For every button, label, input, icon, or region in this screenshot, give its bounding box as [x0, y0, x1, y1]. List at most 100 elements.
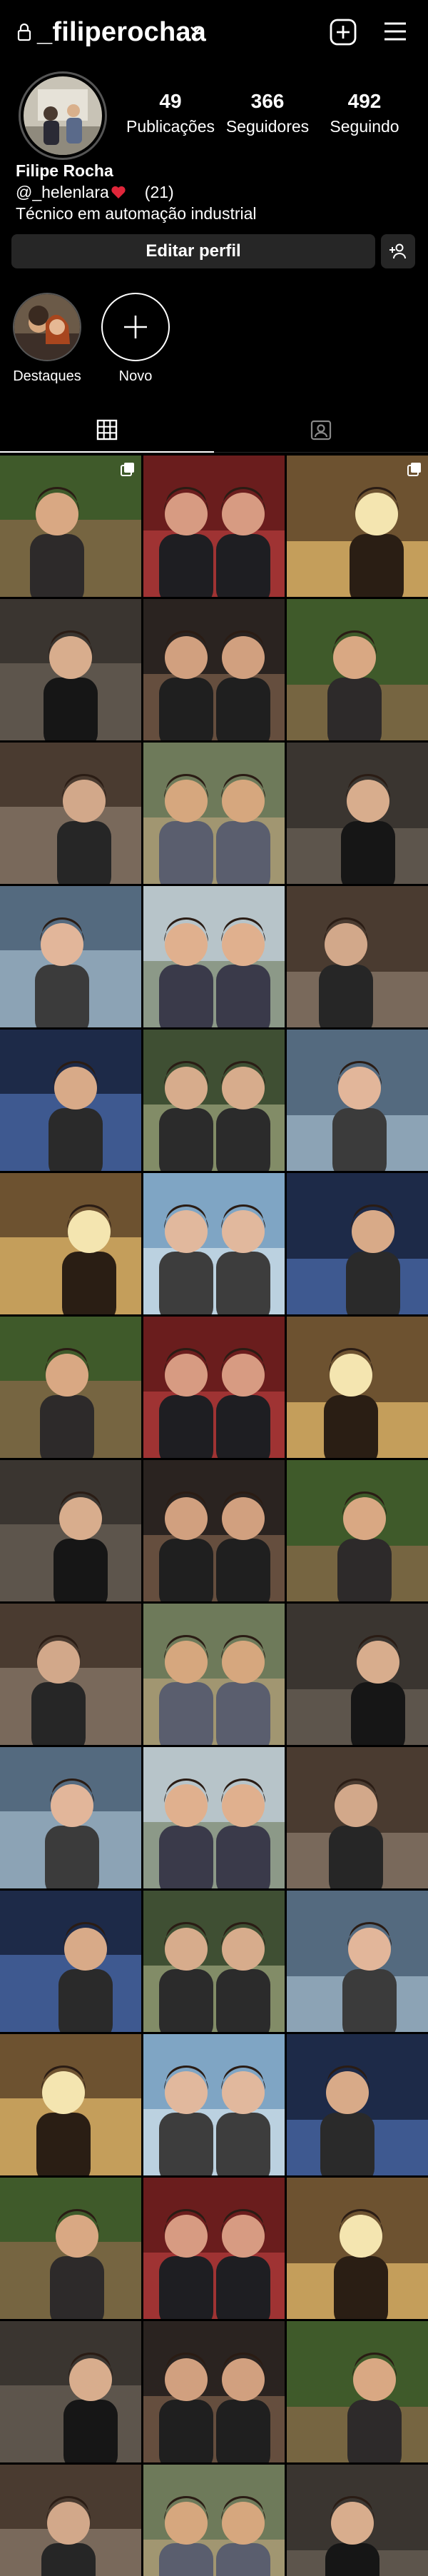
menu-icon[interactable] — [382, 20, 408, 43]
posts-count: 49 — [159, 90, 182, 112]
post-photo — [287, 1173, 428, 1314]
post-thumbnail[interactable] — [287, 1891, 428, 2032]
tab-tagged[interactable] — [214, 408, 428, 453]
story-new[interactable]: Novo — [100, 293, 171, 385]
multiple-photos-icon — [407, 463, 421, 476]
plus-icon — [124, 316, 147, 338]
post-thumbnail[interactable] — [287, 1604, 428, 1745]
heart-icon — [111, 186, 126, 198]
lock-icon — [17, 23, 31, 41]
tab-posts-grid[interactable] — [0, 408, 214, 453]
followers-count: 366 — [250, 90, 285, 112]
username-title[interactable]: _filiperochaa — [37, 17, 206, 48]
tagged-icon — [310, 420, 332, 441]
post-thumbnail[interactable] — [0, 2034, 141, 2175]
post-thumbnail[interactable] — [0, 2178, 141, 2319]
post-thumbnail[interactable] — [287, 1317, 428, 1458]
post-photo — [287, 2321, 428, 2462]
post-photo — [143, 2034, 285, 2175]
post-photo — [287, 2034, 428, 2175]
profile-bio: Técnico em automação industrial — [16, 204, 257, 223]
post-thumbnail[interactable] — [143, 2465, 285, 2576]
post-thumbnail[interactable] — [0, 1173, 141, 1314]
post-thumbnail[interactable] — [287, 2178, 428, 2319]
post-thumbnail[interactable] — [287, 2465, 428, 2576]
post-photo — [143, 743, 285, 884]
posts-label: Publicações — [126, 117, 215, 136]
add-post-icon[interactable] — [330, 19, 357, 46]
post-thumbnail[interactable] — [0, 743, 141, 884]
edit-profile-button[interactable]: Editar perfil — [11, 234, 375, 268]
post-thumbnail[interactable] — [143, 1604, 285, 1745]
followers-label: Seguidores — [225, 117, 310, 136]
following-count: 492 — [347, 90, 382, 112]
post-photo — [0, 1747, 141, 1888]
posts-stat[interactable]: 49 Publicações — [124, 90, 217, 136]
bio-mention-link[interactable]: @_helenlara — [16, 183, 109, 201]
post-photo — [287, 2178, 428, 2319]
post-thumbnail[interactable] — [0, 1030, 141, 1171]
post-thumbnail[interactable] — [0, 1604, 141, 1745]
post-thumbnail[interactable] — [143, 2321, 285, 2462]
post-thumbnail[interactable] — [143, 2034, 285, 2175]
post-thumbnail[interactable] — [0, 1317, 141, 1458]
post-thumbnail[interactable] — [287, 1173, 428, 1314]
post-thumbnail[interactable] — [287, 743, 428, 884]
post-thumbnail[interactable] — [0, 456, 141, 597]
post-thumbnail[interactable] — [287, 599, 428, 740]
post-photo — [0, 1604, 141, 1745]
post-thumbnail[interactable] — [287, 1460, 428, 1601]
post-thumbnail[interactable] — [143, 1173, 285, 1314]
post-photo — [0, 1460, 141, 1601]
post-photo — [287, 599, 428, 740]
chevron-down-icon[interactable] — [188, 24, 204, 36]
discover-people-button[interactable] — [381, 234, 415, 268]
highlight-cover — [13, 293, 81, 361]
post-photo — [287, 1460, 428, 1601]
post-photo — [0, 1317, 141, 1458]
post-thumbnail[interactable] — [143, 599, 285, 740]
post-thumbnail[interactable] — [287, 1030, 428, 1171]
post-thumbnail[interactable] — [143, 1460, 285, 1601]
followers-stat[interactable]: 366 Seguidores — [221, 90, 314, 136]
post-photo — [143, 1604, 285, 1745]
post-photo — [287, 1604, 428, 1745]
post-thumbnail[interactable] — [143, 1030, 285, 1171]
post-photo — [287, 1317, 428, 1458]
following-stat[interactable]: 492 Seguindo — [318, 90, 411, 136]
post-photo — [287, 886, 428, 1027]
post-photo — [143, 1030, 285, 1171]
post-photo — [0, 2465, 141, 2576]
post-thumbnail[interactable] — [143, 1317, 285, 1458]
post-thumbnail[interactable] — [143, 2178, 285, 2319]
post-photo — [287, 1747, 428, 1888]
post-thumbnail[interactable] — [287, 886, 428, 1027]
post-photo — [143, 1891, 285, 2032]
post-thumbnail[interactable] — [287, 2321, 428, 2462]
post-thumbnail[interactable] — [0, 1460, 141, 1601]
post-photo — [287, 2465, 428, 2576]
following-label: Seguindo — [330, 117, 399, 136]
bio-count: (21) — [144, 183, 174, 201]
post-photo — [287, 743, 428, 884]
post-thumbnail[interactable] — [0, 599, 141, 740]
post-thumbnail[interactable] — [143, 1891, 285, 2032]
post-thumbnail[interactable] — [0, 2465, 141, 2576]
post-thumbnail[interactable] — [0, 1747, 141, 1888]
post-thumbnail[interactable] — [287, 456, 428, 597]
post-thumbnail[interactable] — [143, 886, 285, 1027]
post-photo — [143, 2465, 285, 2576]
post-thumbnail[interactable] — [143, 456, 285, 597]
profile-avatar[interactable] — [19, 71, 107, 160]
post-thumbnail[interactable] — [143, 1747, 285, 1888]
post-thumbnail[interactable] — [0, 886, 141, 1027]
post-thumbnail[interactable] — [0, 1891, 141, 2032]
post-thumbnail[interactable] — [143, 743, 285, 884]
profile-tabs — [0, 408, 428, 453]
bio-handle-line: @_helenlara (21) — [16, 183, 174, 202]
post-photo — [0, 2321, 141, 2462]
post-thumbnail[interactable] — [287, 2034, 428, 2175]
story-highlights[interactable]: Destaques — [11, 293, 83, 385]
post-thumbnail[interactable] — [287, 1747, 428, 1888]
post-thumbnail[interactable] — [0, 2321, 141, 2462]
